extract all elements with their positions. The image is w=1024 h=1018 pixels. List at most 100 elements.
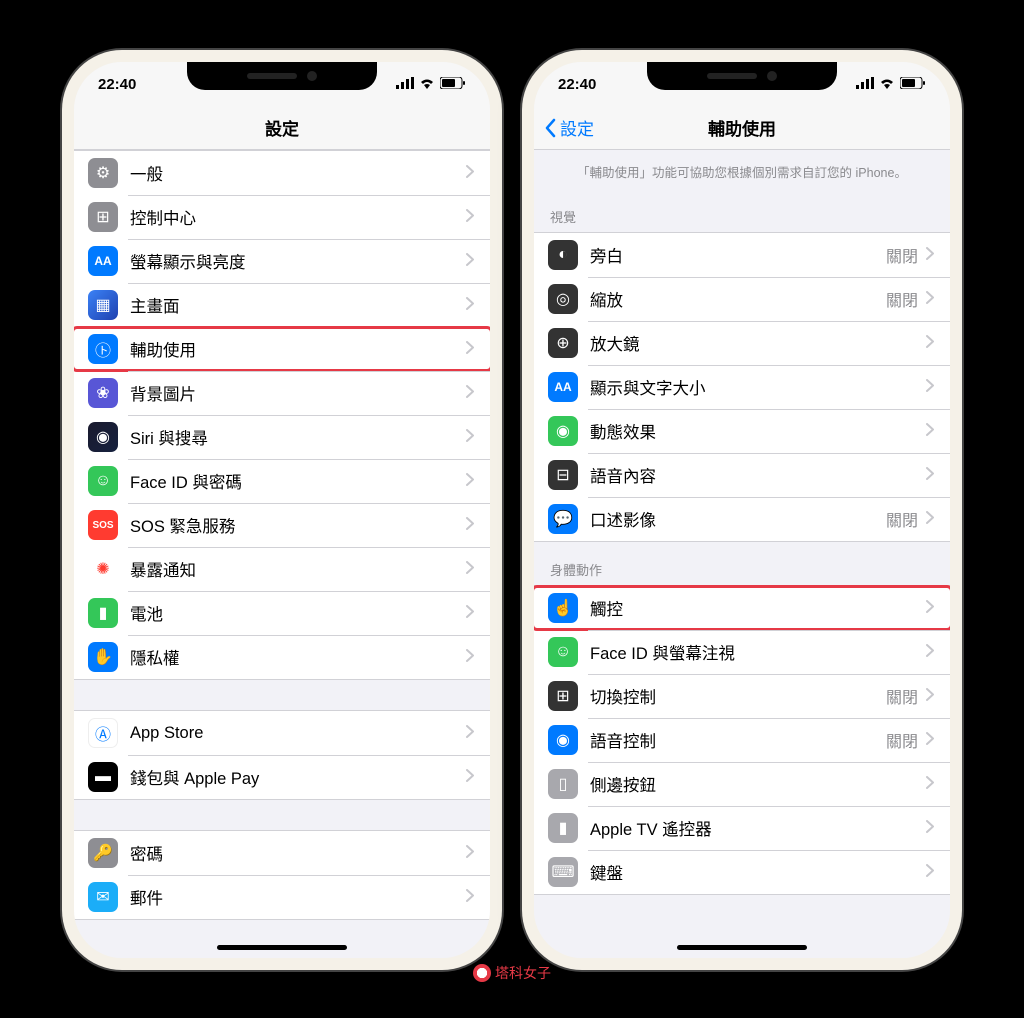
page-title: 輔助使用	[708, 115, 776, 140]
settings-content[interactable]: ⚙ 一般 ⊞控制中心AA螢幕顯示與亮度▦主畫面㋣輔助使用❀背景圖片◉Siri 與搜尋…	[74, 150, 490, 958]
row-label: 郵件	[130, 885, 466, 909]
status-time: 22:40	[98, 76, 136, 93]
chevron-right-icon	[926, 644, 934, 660]
notch	[647, 62, 837, 90]
settings-row-keyboard[interactable]: ⌨鍵盤	[534, 850, 950, 894]
chevron-right-icon	[466, 473, 474, 489]
chevron-right-icon	[926, 864, 934, 880]
chevron-right-icon	[926, 291, 934, 307]
row-value: 關閉	[886, 243, 918, 267]
settings-row-passwords[interactable]: 🔑 密碼	[74, 831, 490, 875]
chevron-right-icon	[466, 769, 474, 785]
settings-row-faceid[interactable]: ☺Face ID 與密碼	[74, 459, 490, 503]
chevron-right-icon	[926, 820, 934, 836]
row-label: 一般	[130, 161, 466, 185]
back-button[interactable]: 設定	[544, 115, 594, 140]
wallet-icon: ▬	[88, 762, 118, 792]
settings-row-zoom[interactable]: ◎縮放關閉	[534, 277, 950, 321]
voiceover-icon: ◐	[548, 240, 578, 270]
settings-row-touch[interactable]: ☝觸控	[534, 586, 950, 630]
row-label: 顯示與文字大小	[590, 375, 926, 399]
chevron-right-icon	[926, 511, 934, 527]
voice-control-icon: ◉	[548, 725, 578, 755]
row-label: 背景圖片	[130, 381, 466, 405]
touch-icon: ☝	[548, 593, 578, 623]
row-label: 暴露通知	[130, 557, 466, 581]
settings-group: ⚙ 一般 ⊞控制中心AA螢幕顯示與亮度▦主畫面㋣輔助使用❀背景圖片◉Siri 與搜尋…	[74, 150, 490, 680]
accessibility-content[interactable]: 「輔助使用」功能可協助您根據個別需求自訂您的 iPhone。視覺◐旁白關閉◎縮放…	[534, 150, 950, 958]
watermark-text: 塔科女子	[495, 963, 551, 983]
settings-row-accessibility[interactable]: ㋣輔助使用	[74, 327, 490, 371]
chevron-right-icon	[466, 561, 474, 577]
switch-control-icon: ⊞	[548, 681, 578, 711]
home-indicator[interactable]	[217, 945, 347, 950]
settings-group: ⒶApp Store ▬ 錢包與 Apple Pay	[74, 710, 490, 800]
settings-row-faceid-attention[interactable]: ☺ Face ID 與螢幕注視	[534, 630, 950, 674]
settings-row-mail[interactable]: ✉郵件	[74, 875, 490, 919]
row-label: 錢包與 Apple Pay	[130, 765, 466, 789]
row-value: 關閉	[886, 507, 918, 531]
display-icon: AA	[88, 246, 118, 276]
settings-row-privacy[interactable]: ✋隱私權	[74, 635, 490, 679]
chevron-right-icon	[926, 732, 934, 748]
settings-row-textsize[interactable]: AA 顯示與文字大小	[534, 365, 950, 409]
watermark: 塔科女子	[473, 963, 551, 983]
settings-group: 🔑 密碼 ✉郵件	[74, 830, 490, 920]
settings-row-home-screen[interactable]: ▦主畫面	[74, 283, 490, 327]
settings-row-sos[interactable]: SOSSOS 緊急服務	[74, 503, 490, 547]
faceid-attention-icon: ☺	[548, 637, 578, 667]
passwords-icon: 🔑	[88, 838, 118, 868]
settings-row-battery[interactable]: ▮電池	[74, 591, 490, 635]
cellular-icon	[396, 76, 414, 93]
gear-icon: ⚙	[88, 158, 118, 188]
chevron-right-icon	[466, 725, 474, 741]
watermark-icon	[473, 964, 491, 982]
settings-row-wallet[interactable]: ▬ 錢包與 Apple Pay	[74, 755, 490, 799]
row-label: 動態效果	[590, 419, 926, 443]
settings-row-magnifier[interactable]: ⊕放大鏡	[534, 321, 950, 365]
row-label: 語音控制	[590, 728, 886, 752]
back-label: 設定	[560, 115, 594, 140]
home-indicator[interactable]	[677, 945, 807, 950]
settings-row-display[interactable]: AA螢幕顯示與亮度	[74, 239, 490, 283]
chevron-right-icon	[466, 385, 474, 401]
settings-row-voice-control[interactable]: ◉語音控制關閉	[534, 718, 950, 762]
notch	[187, 62, 377, 90]
chevron-right-icon	[926, 335, 934, 351]
settings-row-siri[interactable]: ◉Siri 與搜尋	[74, 415, 490, 459]
settings-row-appstore[interactable]: ⒶApp Store	[74, 711, 490, 755]
textsize-icon: AA	[548, 372, 578, 402]
settings-row-audio-desc[interactable]: 💬口述影像關閉	[534, 497, 950, 541]
settings-row-wallpaper[interactable]: ❀背景圖片	[74, 371, 490, 415]
settings-row-appletv-remote[interactable]: ▮Apple TV 遙控器	[534, 806, 950, 850]
settings-row-exposure[interactable]: ✺暴露通知	[74, 547, 490, 591]
settings-row-switch-control[interactable]: ⊞切換控制關閉	[534, 674, 950, 718]
row-label: Face ID 與螢幕注視	[590, 640, 926, 664]
row-label: 旁白	[590, 243, 886, 267]
chevron-right-icon	[926, 688, 934, 704]
keyboard-icon: ⌨	[548, 857, 578, 887]
settings-row-side-button[interactable]: ▯側邊按鈕	[534, 762, 950, 806]
chevron-right-icon	[466, 605, 474, 621]
section-header: 視覺	[534, 189, 950, 232]
nav-bar-settings: 設定	[74, 106, 490, 150]
motion-icon: ◉	[548, 416, 578, 446]
wifi-icon	[879, 76, 895, 93]
settings-row-motion[interactable]: ◉ 動態效果	[534, 409, 950, 453]
row-label: 密碼	[130, 841, 466, 865]
row-label: 縮放	[590, 287, 886, 311]
settings-group: ☝觸控☺Face ID 與螢幕注視⊞切換控制關閉◉語音控制關閉▯側邊按鈕▮App…	[534, 585, 950, 895]
chevron-right-icon	[466, 341, 474, 357]
chevron-right-icon	[466, 649, 474, 665]
settings-row-voiceover[interactable]: ◐ 旁白關閉	[534, 233, 950, 277]
row-label: Apple TV 遙控器	[590, 816, 926, 840]
row-label: 側邊按鈕	[590, 772, 926, 796]
settings-row-control-center[interactable]: ⊞控制中心	[74, 195, 490, 239]
battery-icon: ▮	[88, 598, 118, 628]
chevron-right-icon	[926, 776, 934, 792]
chevron-right-icon	[466, 297, 474, 313]
chevron-right-icon	[466, 889, 474, 905]
settings-row-spoken[interactable]: ⊟語音內容	[534, 453, 950, 497]
row-label: 主畫面	[130, 293, 466, 317]
settings-row-gear[interactable]: ⚙ 一般	[74, 151, 490, 195]
